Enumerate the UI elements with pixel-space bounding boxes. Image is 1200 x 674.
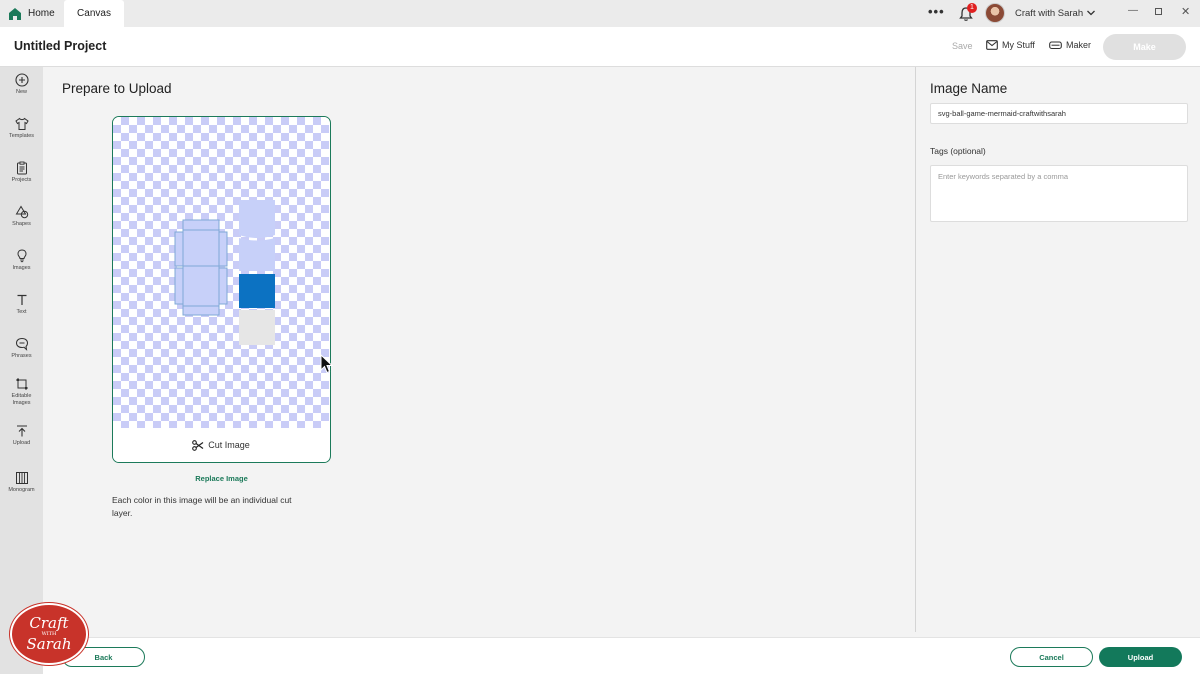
image-preview-card: Cut Image	[112, 116, 331, 463]
sidebar-item-text[interactable]: Text	[0, 293, 43, 316]
more-options-icon[interactable]: •••	[928, 4, 945, 19]
sidebar-item-label: Upload	[12, 440, 31, 446]
sidebar-item-label: Shapes	[12, 221, 31, 227]
monogram-icon	[15, 472, 28, 484]
cut-image-row: Cut Image	[113, 428, 329, 462]
mouse-cursor-icon	[320, 354, 334, 374]
machine-icon	[1049, 40, 1062, 49]
swatch-blue	[239, 274, 275, 308]
sidebar-item-templates[interactable]: Templates	[0, 117, 43, 140]
page-title: Prepare to Upload	[62, 81, 172, 96]
logo-line-3: Sarah	[26, 635, 72, 653]
sidebar-item-label: New	[15, 89, 27, 95]
sidebar-item-label: Templates	[8, 133, 35, 139]
maker-button[interactable]: Maker	[1049, 40, 1091, 50]
notification-badge: 1	[967, 3, 977, 13]
plus-circle-icon	[14, 73, 29, 87]
clipboard-icon	[16, 161, 27, 175]
tab-home-label: Home	[28, 8, 55, 19]
sidebar-item-label: Editable Images	[11, 393, 32, 406]
shirt-icon	[14, 117, 29, 130]
footer-bar: Back Cancel Upload	[43, 637, 1200, 674]
transparency-checkerboard	[113, 117, 329, 428]
maker-label: Maker	[1066, 40, 1092, 50]
image-name-heading: Image Name	[930, 81, 1008, 96]
sidebar-item-label: Projects	[11, 177, 32, 183]
tab-home[interactable]: Home	[8, 0, 64, 27]
right-panel: Image Name Tags (optional)	[915, 67, 1200, 632]
text-icon	[17, 294, 26, 305]
project-title[interactable]: Untitled Project	[14, 39, 106, 53]
save-button[interactable]: Save	[952, 41, 973, 51]
lightbulb-icon	[16, 249, 27, 263]
chevron-down-icon[interactable]	[1086, 8, 1096, 18]
cut-image-label: Cut Image	[208, 440, 250, 450]
swatch-grey	[239, 310, 275, 345]
tab-canvas-label: Canvas	[77, 8, 111, 19]
uploaded-image-preview	[174, 200, 275, 345]
upload-icon	[16, 425, 27, 437]
tags-label: Tags (optional)	[930, 146, 986, 156]
editable-images-icon	[15, 378, 28, 390]
swatch-light-2	[239, 238, 275, 271]
sidebar-item-monogram[interactable]: Monogram	[0, 471, 43, 494]
sidebar-item-label: Monogram	[8, 487, 35, 493]
sidebar-item-label: Images	[12, 265, 31, 271]
avatar[interactable]	[985, 3, 1005, 23]
home-icon	[9, 7, 21, 20]
minimize-icon[interactable]: —	[1128, 5, 1138, 16]
replace-image-link[interactable]: Replace Image	[112, 474, 331, 483]
maximize-icon[interactable]	[1155, 8, 1162, 15]
title-bar: Home Canvas ••• 1 Craft with Sarah — ✕	[0, 0, 1200, 27]
my-stuff-button[interactable]: My Stuff	[986, 40, 1035, 50]
tab-canvas[interactable]: Canvas	[64, 0, 124, 27]
sidebar-item-label: Text	[16, 309, 27, 315]
sidebar-item-images[interactable]: Images	[0, 249, 43, 272]
project-header: Untitled Project Save My Stuff Maker Mak…	[0, 27, 1200, 67]
user-name[interactable]: Craft with Sarah	[1015, 8, 1083, 19]
sidebar-item-editable-images[interactable]: Editable Images	[0, 377, 43, 407]
my-stuff-label: My Stuff	[1002, 40, 1035, 50]
left-sidebar: New Templates Projects Shapes Images Tex…	[0, 67, 43, 674]
swatch-light-1	[239, 200, 275, 238]
close-icon[interactable]: ✕	[1181, 5, 1190, 18]
cancel-button[interactable]: Cancel	[1010, 647, 1093, 667]
sidebar-item-shapes[interactable]: Shapes	[0, 205, 43, 228]
speech-bubble-icon	[15, 337, 28, 351]
mail-icon	[986, 40, 998, 50]
logo-line-1: Craft	[29, 614, 69, 632]
sidebar-item-phrases[interactable]: Phrases	[0, 337, 43, 360]
sidebar-item-new[interactable]: New	[0, 73, 43, 96]
craft-with-sarah-logo: Craft WITH Sarah	[10, 603, 88, 665]
make-button[interactable]: Make	[1103, 34, 1186, 60]
sidebar-item-upload[interactable]: Upload	[0, 424, 43, 447]
tags-input[interactable]	[930, 165, 1188, 222]
box-template-graphic	[174, 219, 228, 316]
sidebar-item-projects[interactable]: Projects	[0, 161, 43, 184]
sidebar-item-label: Phrases	[11, 353, 32, 359]
upload-button[interactable]: Upload	[1099, 647, 1182, 667]
shapes-icon	[15, 205, 28, 219]
image-name-input[interactable]	[930, 103, 1188, 124]
scissors-icon	[192, 439, 204, 451]
info-text: Each color in this image will be an indi…	[112, 495, 292, 518]
